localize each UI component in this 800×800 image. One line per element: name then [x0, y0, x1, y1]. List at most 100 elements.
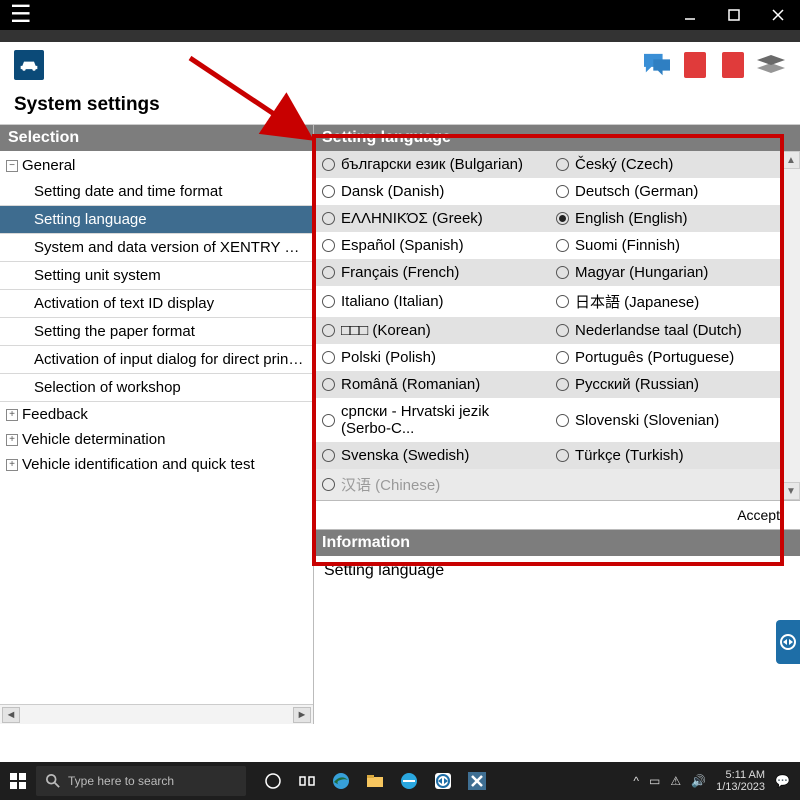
language-option[interactable]: ΕΛΛΗΝΙΚΌΣ (Greek) [314, 205, 548, 232]
explorer-icon[interactable] [358, 762, 392, 800]
tree-child[interactable]: System and data version of XENTRY Diagno… [0, 234, 313, 262]
language-radio[interactable] [322, 212, 335, 225]
maximize-button[interactable] [712, 0, 756, 30]
scroll-left-icon[interactable]: ◄ [2, 707, 20, 723]
language-list: български език (Bulgarian) Český (Czech)D… [314, 151, 782, 500]
layers-icon[interactable] [756, 50, 786, 80]
teamviewer-icon[interactable] [426, 762, 460, 800]
language-option[interactable]: 汉语 (Chinese) [314, 469, 548, 500]
language-option[interactable]: □□□ (Korean) [314, 317, 548, 344]
accept-button[interactable]: Accept [717, 503, 800, 527]
pdf-print-icon[interactable] [718, 50, 748, 80]
language-option[interactable]: Español (Spanish) [314, 232, 548, 259]
language-label: Nederlandse taal (Dutch) [575, 322, 742, 339]
tree-node-feedback[interactable]: + Feedback [0, 402, 313, 427]
horizontal-scrollbar[interactable]: ◄ ► [0, 704, 313, 724]
task-view-icon[interactable] [290, 762, 324, 800]
language-option[interactable]: Română (Romanian) [314, 371, 548, 398]
tree-child[interactable]: Activation of input dialog for direct pr… [0, 346, 313, 374]
language-option[interactable]: Český (Czech) [548, 151, 782, 178]
language-option[interactable]: 日本語 (Japanese) [548, 286, 782, 317]
start-button[interactable] [0, 773, 36, 789]
language-option[interactable]: Italiano (Italian) [314, 286, 548, 317]
language-radio[interactable] [322, 414, 335, 427]
edge-icon[interactable] [324, 762, 358, 800]
language-radio[interactable] [556, 158, 569, 171]
language-radio[interactable] [322, 266, 335, 279]
language-radio[interactable] [322, 158, 335, 171]
expand-icon[interactable]: + [6, 459, 18, 471]
tree-node-general[interactable]: − General [0, 153, 313, 178]
language-radio[interactable] [322, 324, 335, 337]
language-label: Italiano (Italian) [341, 293, 444, 310]
tree-node-vehicle-ident[interactable]: + Vehicle identification and quick test [0, 452, 313, 477]
language-radio[interactable] [322, 239, 335, 252]
language-option[interactable]: Nederlandse taal (Dutch) [548, 317, 782, 344]
tree-child[interactable]: Selection of workshop [0, 374, 313, 402]
language-option[interactable]: Slovenski (Slovenian) [548, 398, 782, 442]
notifications-icon[interactable]: 💬 [775, 774, 790, 788]
language-radio[interactable] [322, 351, 335, 364]
language-option[interactable]: Magyar (Hungarian) [548, 259, 782, 286]
menu-icon[interactable]: ☰ [0, 0, 42, 30]
language-option[interactable]: Русский (Russian) [548, 371, 782, 398]
pdf-export-icon[interactable] [680, 50, 710, 80]
search-box[interactable]: Type here to search [36, 766, 246, 796]
language-radio[interactable] [322, 478, 335, 491]
tree-child[interactable]: Setting the paper format [0, 318, 313, 346]
wifi-icon[interactable]: ⚠ [670, 774, 681, 788]
system-tray[interactable]: ^ ▭ ⚠ 🔊 5:11 AM 1/13/2023 💬 [633, 769, 800, 793]
xentry-icon[interactable] [460, 762, 494, 800]
minimize-button[interactable] [668, 0, 712, 30]
volume-icon[interactable]: 🔊 [691, 774, 706, 788]
tree-child[interactable]: Activation of text ID display [0, 290, 313, 318]
language-option[interactable]: Polski (Polish) [314, 344, 548, 371]
expand-icon[interactable]: + [6, 409, 18, 421]
language-option[interactable]: Français (French) [314, 259, 548, 286]
language-radio[interactable] [556, 239, 569, 252]
expand-icon[interactable]: + [6, 434, 18, 446]
selection-tree[interactable]: − General Setting date and time formatSe… [0, 151, 313, 704]
collapse-icon[interactable]: − [6, 160, 18, 172]
tree-child[interactable]: Setting unit system [0, 262, 313, 290]
vehicle-icon[interactable] [14, 50, 44, 80]
language-label: български език (Bulgarian) [341, 156, 523, 173]
language-option[interactable]: Deutsch (German) [548, 178, 782, 205]
language-option[interactable]: Svenska (Swedish) [314, 442, 548, 469]
tree-node-vehicle-determination[interactable]: + Vehicle determination [0, 427, 313, 452]
chat-icon[interactable] [642, 50, 672, 80]
scroll-right-icon[interactable]: ► [293, 707, 311, 723]
language-radio[interactable] [556, 212, 569, 225]
language-option[interactable]: Português (Portuguese) [548, 344, 782, 371]
vertical-scrollbar[interactable]: ▲ ▼ [782, 151, 800, 500]
language-option[interactable]: Suomi (Finnish) [548, 232, 782, 259]
language-option[interactable]: български език (Bulgarian) [314, 151, 548, 178]
language-option[interactable]: English (English) [548, 205, 782, 232]
language-radio[interactable] [556, 351, 569, 364]
clock[interactable]: 5:11 AM 1/13/2023 [716, 769, 765, 793]
tray-chevron-icon[interactable]: ^ [633, 774, 639, 788]
language-option[interactable]: српски - Hrvatski jezik (Serbo-C... [314, 398, 548, 442]
language-radio[interactable] [322, 378, 335, 391]
language-radio[interactable] [556, 414, 569, 427]
language-option[interactable]: Türkçe (Turkish) [548, 442, 782, 469]
language-radio[interactable] [322, 185, 335, 198]
language-option[interactable]: Dansk (Danish) [314, 178, 548, 205]
scroll-up-icon[interactable]: ▲ [782, 151, 800, 169]
language-radio[interactable] [556, 324, 569, 337]
language-radio[interactable] [556, 185, 569, 198]
language-radio[interactable] [556, 295, 569, 308]
ie-icon[interactable] [392, 762, 426, 800]
battery-icon[interactable]: ▭ [649, 774, 660, 788]
tree-child[interactable]: Setting date and time format [0, 178, 313, 206]
language-radio[interactable] [556, 266, 569, 279]
language-radio[interactable] [322, 295, 335, 308]
language-radio[interactable] [556, 378, 569, 391]
close-button[interactable] [756, 0, 800, 30]
language-radio[interactable] [556, 449, 569, 462]
language-radio[interactable] [322, 449, 335, 462]
scroll-down-icon[interactable]: ▼ [782, 482, 800, 500]
cortana-icon[interactable] [256, 762, 290, 800]
teamviewer-tab[interactable] [776, 620, 800, 664]
tree-child[interactable]: Setting language [0, 206, 313, 234]
